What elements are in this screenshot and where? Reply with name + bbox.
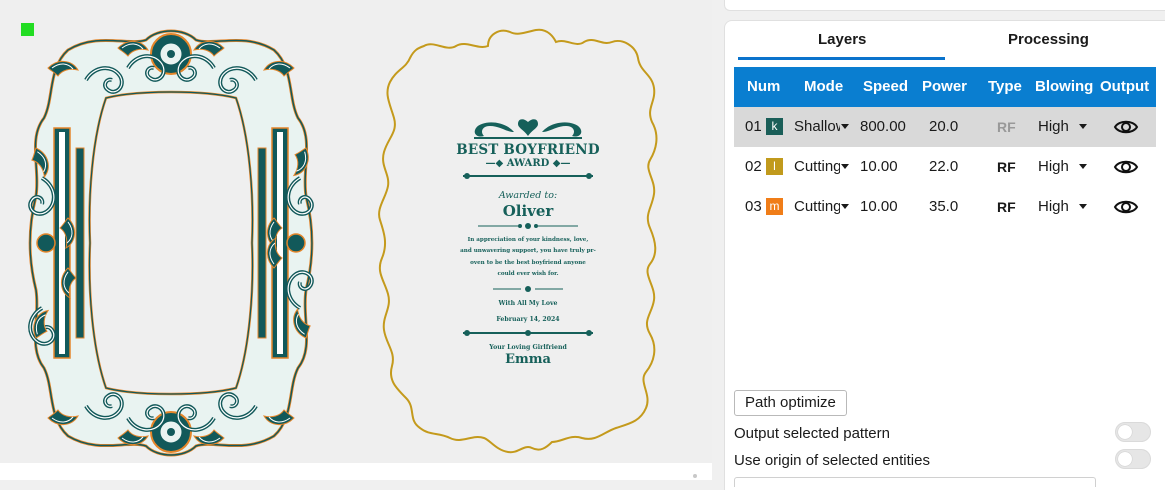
panel-tabs: Layers Processing [725,21,1165,61]
layers-panel: Layers Processing Num Mode Speed Power T… [724,20,1165,490]
speed-value[interactable]: 800.00 [860,118,906,135]
eye-icon[interactable] [1113,157,1139,177]
canvas-bottom-bar [0,463,712,480]
type-value: RF [997,119,1016,135]
table-header: Num Mode Speed Power Type Blowing Output [734,67,1156,107]
panel-top-strip [724,0,1165,11]
chevron-down-icon[interactable] [841,164,849,169]
mode-select[interactable]: Shallow [794,118,840,135]
table-row[interactable]: 02 l Cutting 10.00 22.0 RF High [734,147,1156,187]
mode-select[interactable]: Cutting [794,198,840,215]
layer-number: 03 [745,198,762,215]
power-value[interactable]: 35.0 [929,198,958,215]
chevron-down-icon[interactable] [1079,124,1087,129]
layer-color-swatch[interactable]: m [766,198,783,215]
table-row[interactable]: 01 k Shallow 800.00 20.0 RF High [734,107,1156,147]
award-date: February 14, 2024 [496,316,560,324]
tab-layers[interactable]: Layers [818,31,866,48]
blowing-select[interactable]: High [1038,158,1069,175]
type-value: RF [997,199,1016,215]
panel-footer-control[interactable] [734,477,1096,487]
chevron-down-icon[interactable] [1079,164,1087,169]
tab-processing[interactable]: Processing [1008,31,1089,48]
power-value[interactable]: 22.0 [929,158,958,175]
layer-number: 01 [745,118,762,135]
eye-icon[interactable] [1113,197,1139,217]
award-text-block[interactable]: BEST BOYFRIEND —◆ AWARD ◆— Awarded to: O… [438,118,618,367]
ornamental-frame-pattern[interactable] [28,28,314,458]
awarded-to-label: Awarded to: [498,190,558,201]
message-line: In appreciation of your kindness, love, [467,237,589,243]
blowing-select[interactable]: High [1038,118,1069,135]
table-row[interactable]: 03 m Cutting 10.00 35.0 RF High [734,187,1156,227]
layer-number: 02 [745,158,762,175]
message-line: could ever wish for. [497,270,559,277]
header-mode: Mode [804,78,844,95]
message-line: and unwavering support, you have truly p… [460,248,596,255]
header-type: Type [988,78,1022,95]
award-subtitle: —◆ AWARD ◆— [485,158,571,169]
sign-off: With All My Love [498,300,558,308]
divider-icon [463,173,593,179]
award-message: In appreciation of your kindness, love, … [438,235,618,280]
use-origin-selected-toggle[interactable] [1115,449,1151,469]
toggle-knob [1118,452,1132,466]
header-blowing: Blowing [1035,78,1094,95]
chevron-down-icon[interactable] [841,204,849,209]
ornament-top-icon [474,119,582,139]
use-origin-selected-label: Use origin of selected entities [734,452,930,469]
from-name: Emma [505,352,551,368]
layer-color-swatch[interactable]: l [766,158,783,175]
divider-icon [478,223,578,229]
eye-icon[interactable] [1113,117,1139,137]
toggle-knob [1118,425,1132,439]
blowing-select[interactable]: High [1038,198,1069,215]
mode-select[interactable]: Cutting [794,158,840,175]
header-speed: Speed [863,78,909,95]
output-selected-pattern-toggle[interactable] [1115,422,1151,442]
award-title: BEST BOYFRIEND [456,142,600,158]
layer-color-swatch[interactable]: k [766,118,783,135]
recipient-name: Oliver [502,202,554,220]
power-value[interactable]: 20.0 [929,118,958,135]
divider-icon [493,286,563,293]
header-power: Power [922,78,968,95]
design-canvas[interactable]: BEST BOYFRIEND —◆ AWARD ◆— Awarded to: O… [0,0,712,463]
chevron-down-icon[interactable] [841,124,849,129]
type-value: RF [997,159,1016,175]
path-optimize-button[interactable]: Path optimize [734,390,847,416]
active-tab-indicator [738,57,945,60]
header-output: Output [1100,78,1150,95]
speed-value[interactable]: 10.00 [860,198,898,215]
layers-table: Num Mode Speed Power Type Blowing Output… [734,67,1156,227]
divider-icon [463,330,593,337]
from-label: Your Loving Girlfriend [489,344,567,352]
header-num: Num [747,78,781,95]
speed-value[interactable]: 10.00 [860,158,898,175]
output-selected-pattern-label: Output selected pattern [734,425,890,442]
message-line: oven to be the best boyfriend anyone [470,259,586,266]
chevron-down-icon[interactable] [1079,204,1087,209]
